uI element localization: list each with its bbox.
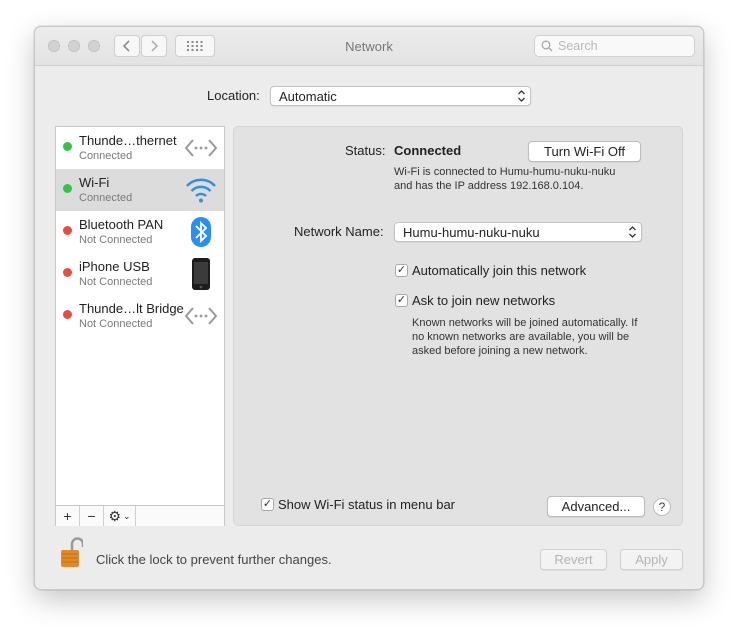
location-value: Automatic xyxy=(279,89,337,104)
gear-icon: ⚙ xyxy=(108,507,121,524)
service-name: Bluetooth PAN xyxy=(79,217,164,232)
ask-join-description-line: no known networks are available, you wil… xyxy=(412,331,630,343)
status-value: Connected xyxy=(394,143,462,158)
not-connected-status-dot xyxy=(63,310,72,319)
iphone-icon xyxy=(192,258,210,290)
search-field[interactable]: Search xyxy=(534,35,695,57)
bluetooth-icon xyxy=(191,217,211,247)
remove-service-button[interactable]: − xyxy=(80,506,104,526)
connected-status-dot xyxy=(63,184,72,193)
wifi-icon xyxy=(186,178,216,203)
service-item-thunderbolt-ethernet[interactable]: Thunde…thernet Connected xyxy=(56,127,224,169)
connected-status-dot xyxy=(63,142,72,151)
status-description: Wi-Fi is connected to Humu-humu-nuku-nuk… xyxy=(394,165,615,193)
chevron-down-icon: ⌄ xyxy=(123,510,131,521)
network-preferences-window: Network Search Location: Automatic Thund… xyxy=(34,26,704,590)
network-name-label: Network Name: xyxy=(294,224,384,239)
add-service-button[interactable]: + xyxy=(56,506,80,526)
auto-join-label[interactable]: Automatically join this network xyxy=(412,263,586,278)
ask-join-description-line: asked before joining a new network. xyxy=(412,345,588,357)
not-connected-status-dot xyxy=(63,226,72,235)
service-status: Not Connected xyxy=(79,234,153,246)
ask-join-description-line: Known networks will be joined automatica… xyxy=(412,317,638,329)
turn-wifi-off-button[interactable]: Turn Wi-Fi Off xyxy=(528,141,641,162)
network-name-popup[interactable]: Humu-humu-nuku-nuku xyxy=(394,222,642,242)
advanced-button[interactable]: Advanced... xyxy=(547,496,645,517)
updown-arrows-icon xyxy=(629,226,636,238)
status-description-line: and has the IP address 192.168.0.104. xyxy=(394,180,584,192)
service-name: Thunde…lt Bridge xyxy=(79,301,184,316)
service-name: iPhone USB xyxy=(79,259,150,274)
status-description-line: Wi-Fi is connected to Humu-humu-nuku-nuk… xyxy=(394,166,616,178)
service-item-iphone-usb[interactable]: iPhone USB Not Connected xyxy=(56,253,224,295)
service-name: Thunde…thernet xyxy=(79,133,177,148)
service-list-controls: + − ⚙ ⌄ xyxy=(56,505,224,526)
service-status: Not Connected xyxy=(79,276,153,288)
service-item-bluetooth-pan[interactable]: Bluetooth PAN Not Connected xyxy=(56,211,224,253)
service-status: Not Connected xyxy=(79,318,153,330)
apply-button[interactable]: Apply xyxy=(620,549,683,570)
action-menu-button[interactable]: ⚙ ⌄ xyxy=(104,506,136,526)
location-popup[interactable]: Automatic xyxy=(270,86,531,106)
lock-message: Click the lock to prevent further change… xyxy=(96,552,332,567)
network-name-value: Humu-humu-nuku-nuku xyxy=(403,225,540,240)
status-label: Status: xyxy=(345,143,386,158)
service-status: Connected xyxy=(79,150,133,162)
service-status: Connected xyxy=(79,192,133,204)
search-placeholder: Search xyxy=(558,39,598,53)
auto-join-checkbox[interactable]: ✓ xyxy=(395,264,408,277)
show-wifi-status-label[interactable]: Show Wi-Fi status in menu bar xyxy=(278,497,455,512)
revert-button[interactable]: Revert xyxy=(540,549,607,570)
show-wifi-status-checkbox[interactable]: ✓ xyxy=(261,498,274,511)
titlebar: Network Search xyxy=(35,27,703,66)
service-item-thunderbolt-bridge[interactable]: Thunde…lt Bridge Not Connected xyxy=(56,295,224,337)
ask-join-checkbox[interactable]: ✓ xyxy=(395,294,408,307)
ethernet-arrows-icon xyxy=(184,307,218,325)
service-name: Wi-Fi xyxy=(79,175,110,190)
not-connected-status-dot xyxy=(63,268,72,277)
ask-join-label[interactable]: Ask to join new networks xyxy=(412,293,555,308)
unlocked-padlock-icon[interactable] xyxy=(59,537,83,569)
help-button[interactable]: ? xyxy=(653,498,671,516)
ethernet-arrows-icon xyxy=(184,139,218,157)
updown-arrows-icon xyxy=(518,90,525,102)
ask-join-description: Known networks will be joined automatica… xyxy=(412,316,637,358)
service-list: Thunde…thernet Connected Wi-Fi Connected… xyxy=(55,126,225,526)
search-icon xyxy=(541,40,553,52)
service-item-wifi[interactable]: Wi-Fi Connected xyxy=(56,169,224,211)
location-label: Location: xyxy=(207,88,260,103)
